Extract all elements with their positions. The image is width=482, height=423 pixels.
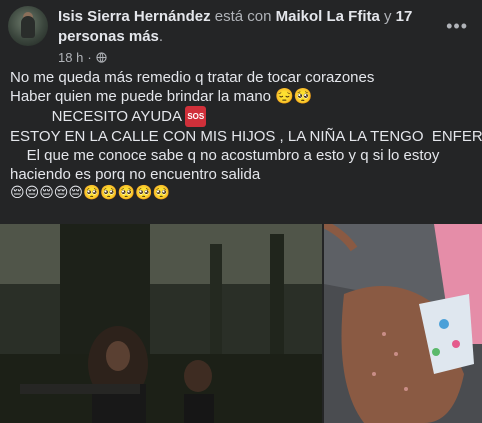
meta-separator: · <box>87 50 92 65</box>
post-headline: Isis Sierra Hernández está con Maikol La… <box>58 7 438 47</box>
emoji-line: 😔😔😔😔😔🥺🥺🥺🥺🥺 <box>10 185 171 201</box>
post-meta: 18 h · <box>58 50 107 65</box>
author-avatar[interactable] <box>8 6 48 46</box>
photo-family-park[interactable] <box>0 224 322 423</box>
post-line: ESTOY EN LA CALLE CON MIS HIJOS , LA NIÑ… <box>10 128 482 145</box>
post-header: Isis Sierra Hernández está con Maikol La… <box>8 6 474 65</box>
post-text: No me queda más remedio q tratar de toca… <box>10 68 482 203</box>
and-text: y <box>384 8 392 25</box>
post-line: Haber quien me puede brindar la mano 😔🥺 <box>10 88 313 105</box>
tagged-person[interactable]: Maikol La Ffita <box>276 8 380 25</box>
post-line: El que me conoce sabe q no acostumbro a … <box>10 147 440 164</box>
post-line-help: NECESITO AYUDA SOS <box>10 106 478 127</box>
photo-child-legs[interactable] <box>324 224 482 423</box>
post-time[interactable]: 18 h <box>58 50 83 65</box>
photo-grid <box>0 224 482 423</box>
post-line: haciendo es porq no encuentro salida <box>10 166 261 183</box>
headline-period: . <box>158 28 164 45</box>
sos-icon: SOS <box>185 106 207 127</box>
post-line: No me queda más remedio q tratar de toca… <box>10 69 375 86</box>
with-text: está con <box>214 8 272 25</box>
author-name[interactable]: Isis Sierra Hernández <box>58 8 211 25</box>
more-horizontal-icon[interactable]: ••• <box>446 16 468 37</box>
post-line-text: NECESITO AYUDA <box>10 108 182 125</box>
globe-icon[interactable] <box>96 52 107 63</box>
